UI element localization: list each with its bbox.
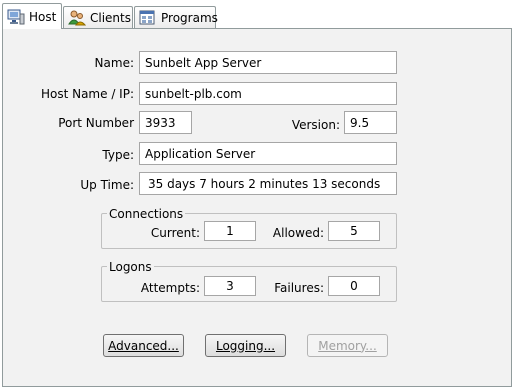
connections-allowed-label: Allowed: (272, 226, 324, 240)
programs-icon (139, 10, 157, 26)
connections-current-field[interactable]: 1 (204, 221, 256, 241)
tab-clients[interactable]: Clients (63, 6, 133, 28)
port-label: Port Number (58, 116, 134, 130)
tab-clients-label: Clients (90, 10, 131, 25)
tab-host[interactable]: Host (2, 3, 62, 29)
type-field[interactable]: Application Server (139, 142, 397, 165)
connections-allowed-field[interactable]: 5 (328, 221, 380, 241)
tab-programs-label: Programs (161, 10, 218, 25)
host-icon (7, 9, 25, 25)
uptime-label: Up Time: (80, 178, 134, 192)
tab-bar: Host Clients Programs (0, 0, 514, 29)
connections-title: Connections (107, 207, 186, 221)
logons-title: Logons (107, 260, 154, 274)
clients-icon (68, 10, 87, 26)
tab-programs[interactable]: Programs (134, 6, 218, 28)
tab-host-label: Host (29, 9, 57, 24)
uptime-field[interactable]: 35 days 7 hours 2 minutes 13 seconds (139, 172, 397, 195)
logons-failures-label: Failures: (274, 281, 324, 295)
hostname-field[interactable]: sunbelt-plb.com (139, 82, 397, 105)
type-label: Type: (102, 148, 134, 162)
memory-button[interactable]: Memory... (307, 334, 388, 357)
connections-current-label: Current: (150, 226, 200, 240)
version-field[interactable]: 9.5 (344, 111, 397, 134)
name-label: Name: (94, 56, 134, 70)
logons-attempts-label: Attempts: (140, 281, 200, 295)
port-field[interactable]: 3933 (139, 111, 192, 134)
logons-failures-field[interactable]: 0 (328, 276, 380, 296)
hostname-label: Host Name / IP: (40, 87, 134, 101)
version-label: Version: (291, 118, 340, 132)
logging-button[interactable]: Logging... (205, 334, 286, 357)
advanced-button[interactable]: Advanced... (103, 334, 184, 357)
name-field[interactable]: Sunbelt App Server (139, 51, 397, 74)
logons-attempts-field[interactable]: 3 (204, 276, 256, 296)
